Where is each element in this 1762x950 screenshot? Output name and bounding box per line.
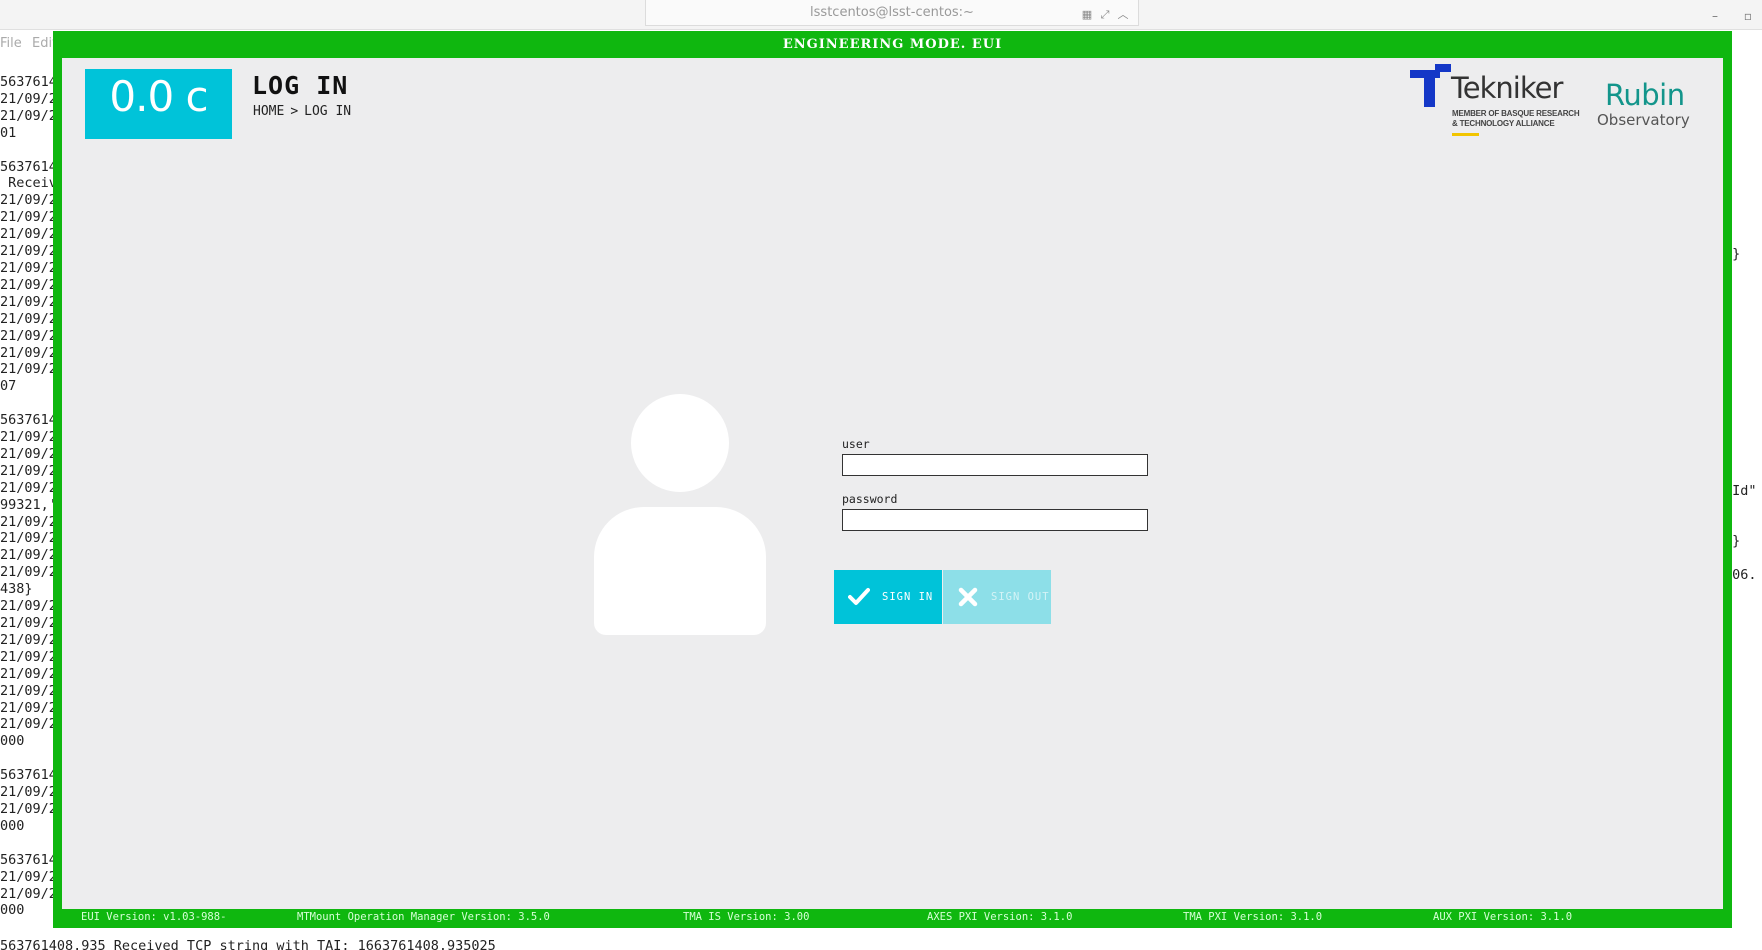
terminal-line: 21/09/2	[0, 885, 54, 902]
sign-in-button[interactable]: SIGN IN	[834, 570, 942, 624]
avatar-body	[594, 507, 766, 635]
terminal-output-left: 5637614 21/09/2 21/09/2 01 5637614 Receiv 21…	[0, 74, 54, 934]
terminal-line: 21/09/2	[0, 631, 54, 648]
terminal-line: 21/09/2	[0, 445, 54, 462]
user-avatar-icon	[594, 394, 766, 635]
terminal-line: 21/09/2	[0, 361, 54, 378]
terminal-line: 21/09/2	[0, 209, 54, 226]
terminal-line: 21/09/2	[0, 276, 54, 293]
terminal-line: 21/09/2	[0, 327, 54, 344]
avatar-head	[631, 394, 729, 492]
terminal-line: 21/09/2	[0, 598, 54, 615]
status-tma-pxi-version: TMA PXI Version: 3.1.0	[1183, 911, 1323, 923]
terminal-line: 21/09/2	[0, 665, 54, 682]
breadcrumb-separator: >	[290, 104, 299, 119]
terminal-line: 21/09/2	[0, 547, 54, 564]
sign-out-label: SIGN OUT	[991, 591, 1050, 603]
terminal-line: 21/09/2	[0, 513, 54, 530]
terminal-line: 01	[0, 124, 17, 141]
terminal-line: 000	[0, 902, 25, 919]
terminal-line: 000	[0, 733, 25, 750]
terminal-line: 21/09/2	[0, 192, 54, 209]
status-tma-is-version: TMA IS Version: 3.00	[683, 911, 810, 923]
rubin-logo: Rubin Observatory	[1597, 78, 1707, 138]
terminal-line: 21/09/2	[0, 615, 54, 631]
terminal-line: 07	[0, 378, 17, 395]
page-title: LOG IN	[252, 71, 349, 100]
terminal-line: 21/09/2	[0, 344, 54, 361]
menu-file[interactable]: File	[0, 36, 22, 51]
terminal-line: 21/09/2	[0, 293, 54, 310]
tekniker-subtitle: MEMBER OF BASQUE RESEARCH & TECHNOLOGY A…	[1452, 109, 1592, 129]
rubin-name: Rubin	[1605, 78, 1685, 112]
user-input[interactable]	[842, 454, 1148, 476]
status-axes-pxi-version: AXES PXI Version: 3.1.0	[927, 911, 1073, 923]
terminal-line: 21/09/2	[0, 800, 54, 817]
rubin-subtitle: Observatory	[1597, 111, 1690, 129]
terminal-line: 21/09/2	[0, 784, 54, 801]
user-label: user	[842, 437, 870, 451]
tekniker-name: Tekniker	[1451, 71, 1563, 105]
terminal-line: 21/09/2	[0, 310, 54, 327]
terminal-line: 21/09/2	[0, 259, 54, 276]
terminal-line: 5637614	[0, 158, 54, 175]
password-input[interactable]	[842, 509, 1148, 531]
password-label: password	[842, 492, 898, 506]
terminal-line: 21/09/2	[0, 530, 54, 547]
status-mtmount-version: MTMount Operation Manager Version: 3.5.0	[297, 911, 550, 923]
eui-content: 0.0 c LOG IN HOME > LOG IN Tekniker MEMBER…	[62, 58, 1723, 909]
terminal-line: 21/09/2	[0, 479, 54, 496]
terminal-line: Receiv	[0, 175, 54, 192]
terminal-line: 000	[0, 817, 25, 834]
terminal-line: 5637614	[0, 74, 54, 90]
version-status-bar: EUI Version: v1.03-988- MTMount Operatio…	[53, 909, 1732, 928]
terminal-line: 21/09/2	[0, 226, 54, 243]
eui-window: ENGINEERING MODE. EUI 0.0 c LOG IN HOME >…	[53, 31, 1732, 928]
terminal-line: 5637614	[0, 412, 54, 429]
temperature-display: 0.0 c	[85, 69, 232, 139]
minimize-icon[interactable]: –	[1707, 8, 1723, 24]
tekniker-mark-stem	[1424, 70, 1435, 107]
terminal-line: 21/09/2	[0, 648, 54, 665]
terminal-line: 21/09/2	[0, 682, 54, 699]
terminal-line: 99321,'	[0, 496, 54, 513]
tekniker-underline	[1452, 133, 1479, 136]
terminal-output-bottom: 563761408.935 Received TCP string with T…	[0, 938, 496, 950]
grid-icon[interactable]: ▦	[1080, 8, 1094, 22]
terminal-titlebar: lsstcentos@lsst-centos:~ ▦ ⤢ ︿ – ▫	[0, 0, 1762, 30]
sign-out-button[interactable]: SIGN OUT	[943, 570, 1051, 624]
terminal-line: 21/09/2	[0, 107, 54, 124]
terminal-line: 21/09/2	[0, 429, 54, 446]
chevron-up-icon[interactable]: ︿	[1116, 8, 1130, 22]
eui-window-title: ENGINEERING MODE. EUI	[782, 37, 1003, 52]
status-eui-version: EUI Version: v1.03-988-	[81, 911, 227, 923]
terminal-line: 5637614	[0, 851, 54, 868]
close-icon	[953, 582, 983, 612]
terminal-line: 21/09/2	[0, 699, 54, 716]
fullscreen-icon[interactable]: ⤢	[1098, 8, 1112, 22]
checkmark-icon	[844, 582, 874, 612]
terminal-window-title: lsstcentos@lsst-centos:~	[645, 0, 1139, 26]
terminal-line: 21/09/2	[0, 564, 54, 581]
breadcrumb: HOME > LOG IN	[253, 104, 357, 119]
terminal-line: 438}	[0, 581, 33, 598]
terminal-line: 21/09/2	[0, 462, 54, 479]
terminal-line: 21/09/2	[0, 716, 54, 733]
terminal-line: 21/09/2	[0, 868, 54, 885]
tekniker-logo: Tekniker MEMBER OF BASQUE RESEARCH & TEC…	[1410, 64, 1590, 144]
terminal-line: 21/09/2	[0, 90, 54, 107]
terminal-line: 21/09/2	[0, 243, 54, 260]
tekniker-subtitle-line2: & TECHNOLOGY ALLIANCE	[1452, 119, 1555, 128]
sign-in-label: SIGN IN	[882, 591, 934, 603]
tekniker-subtitle-line1: MEMBER OF BASQUE RESEARCH	[1452, 109, 1580, 118]
breadcrumb-home[interactable]: HOME	[253, 104, 284, 119]
terminal-line: 5637614	[0, 767, 54, 784]
breadcrumb-current: LOG IN	[304, 104, 352, 119]
status-aux-pxi-version: AUX PXI Version: 3.1.0	[1433, 911, 1573, 923]
